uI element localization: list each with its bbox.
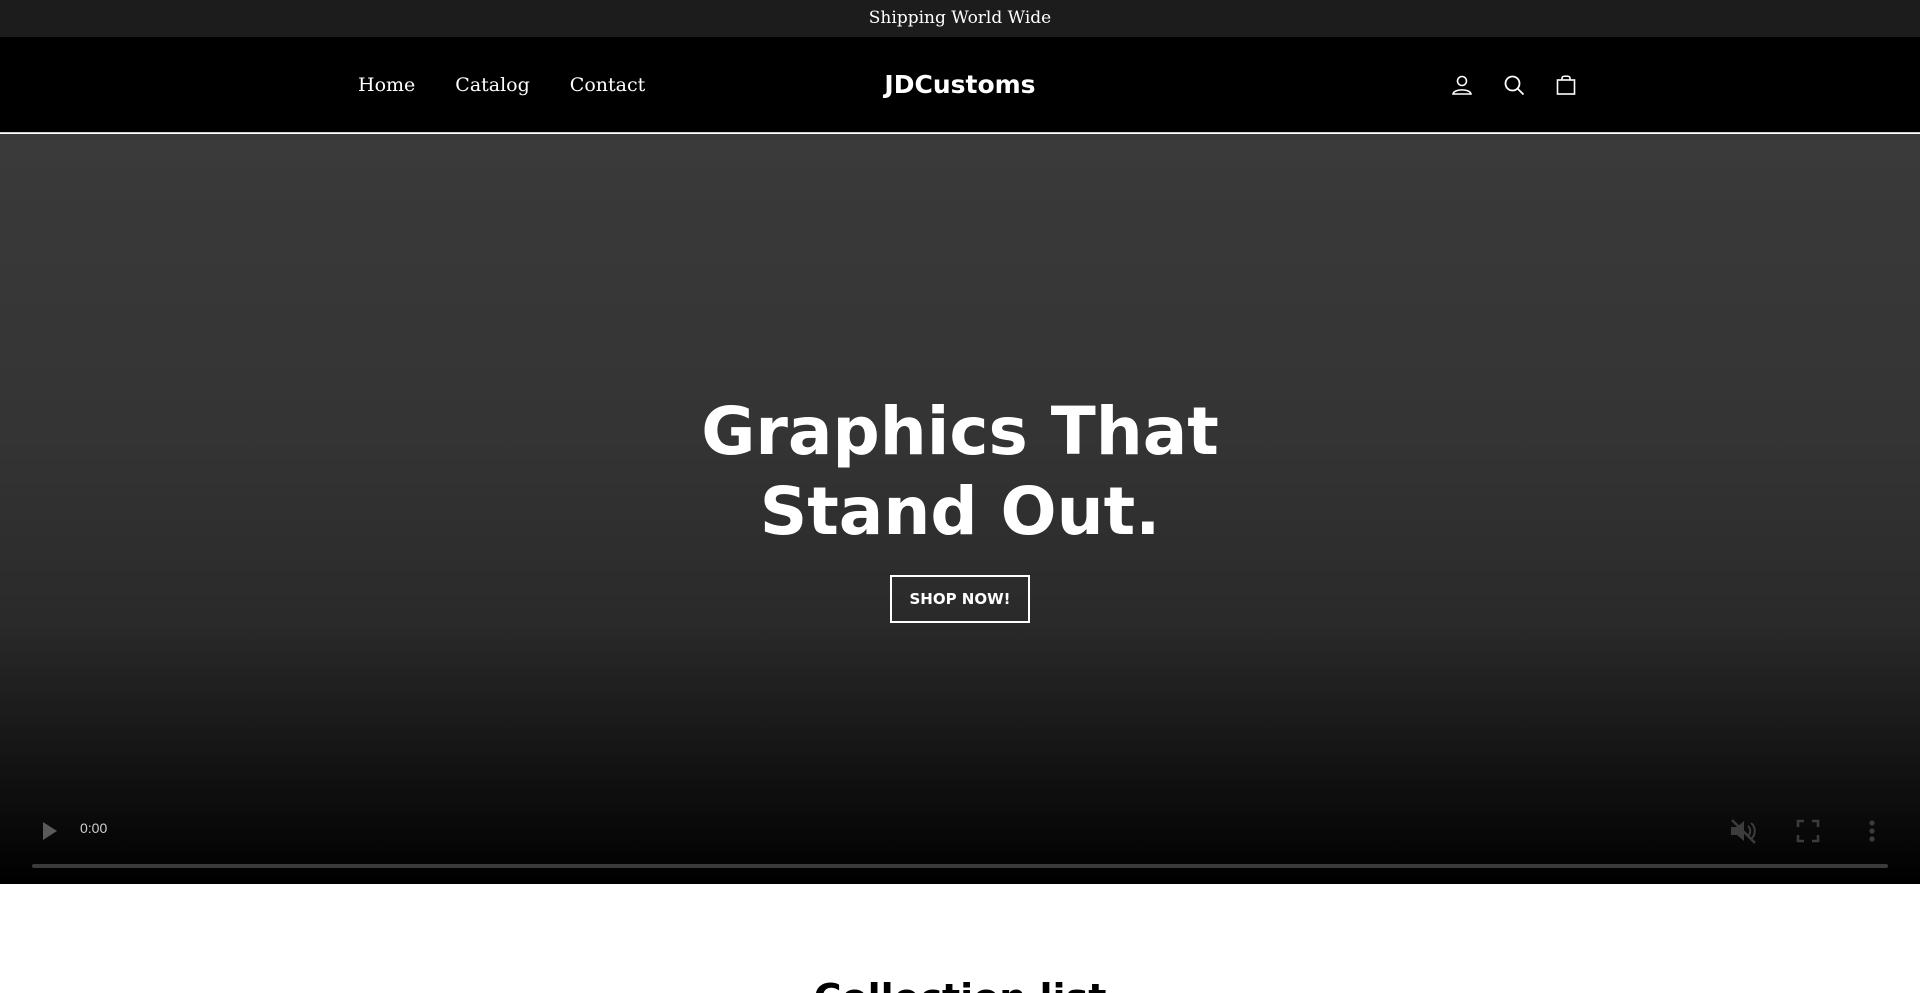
hero-heading-line1: Graphics That	[701, 393, 1219, 470]
search-icon[interactable]	[1494, 65, 1534, 105]
hero-heading-line2: Stand Out.	[759, 473, 1161, 550]
account-icon[interactable]	[1442, 65, 1482, 105]
main-nav: Home Catalog Contact	[358, 37, 685, 133]
announcement-bar: Shipping World Wide	[0, 0, 1920, 37]
collection-list-section: Collection list	[0, 884, 1920, 993]
video-progress-bar[interactable]	[32, 864, 1888, 868]
site-logo[interactable]: JDCustoms	[884, 70, 1035, 99]
site-header: Home Catalog Contact JDCustoms	[0, 37, 1920, 133]
more-options-icon[interactable]	[1858, 817, 1886, 845]
video-time: 0:00	[80, 820, 108, 836]
nav-link-catalog[interactable]: Catalog	[455, 74, 530, 96]
announcement-text: Shipping World Wide	[868, 8, 1052, 28]
fullscreen-icon[interactable]	[1794, 817, 1822, 845]
logo-container: JDCustoms	[0, 37, 1920, 133]
collection-list-title: Collection list	[0, 976, 1920, 993]
cart-icon[interactable]	[1546, 65, 1586, 105]
play-icon[interactable]	[36, 818, 62, 844]
nav-link-contact[interactable]: Contact	[570, 74, 645, 96]
hero-heading: Graphics That Stand Out.	[0, 392, 1920, 552]
nav-link-home[interactable]: Home	[358, 74, 415, 96]
header-icons	[1430, 37, 1586, 133]
hero-video-section: Graphics That Stand Out. SHOP NOW! 0:00	[0, 134, 1920, 884]
video-controls: 0:00	[0, 804, 1920, 884]
muted-volume-icon[interactable]	[1728, 816, 1760, 846]
shop-now-button[interactable]: SHOP NOW!	[890, 575, 1030, 623]
